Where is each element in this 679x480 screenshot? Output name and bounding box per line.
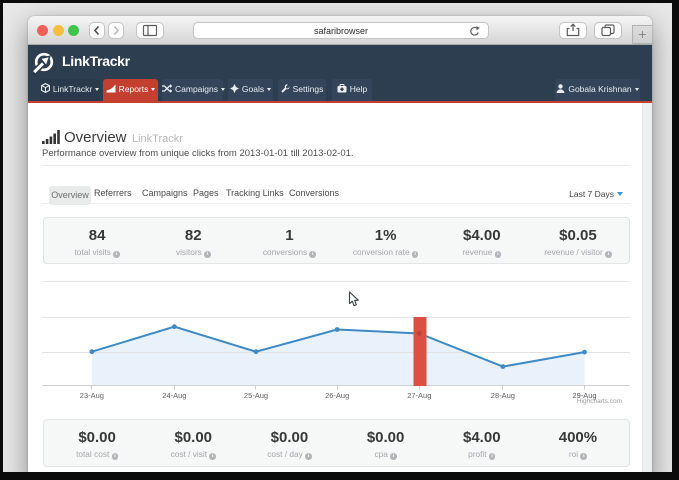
svg-text:24-Aug: 24-Aug: [162, 391, 186, 400]
svg-text:25-Aug: 25-Aug: [244, 391, 268, 400]
svg-text:26-Aug: 26-Aug: [325, 391, 349, 400]
svg-text:27-Aug: 27-Aug: [407, 391, 431, 400]
svg-text:28-Aug: 28-Aug: [491, 391, 515, 400]
svg-text:Highcharts.com: Highcharts.com: [577, 398, 622, 405]
svg-text:23-Aug: 23-Aug: [80, 391, 104, 400]
